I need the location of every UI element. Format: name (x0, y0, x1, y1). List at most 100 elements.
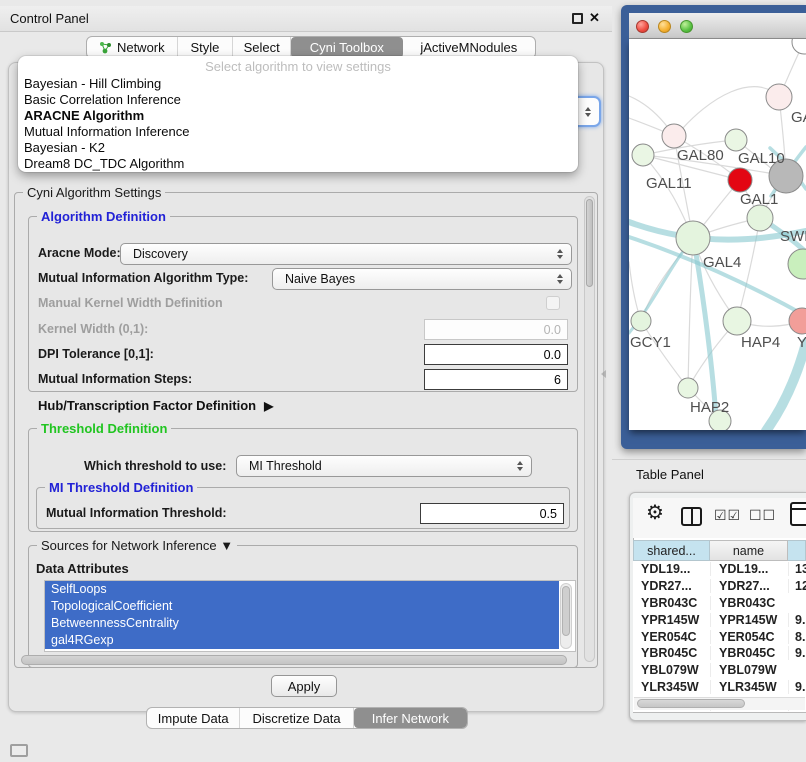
deselect-all-checkboxes-icon[interactable]: ☐☐ (749, 507, 776, 524)
network-window-titlebar[interactable] (629, 13, 806, 39)
tab-network-label: Network (117, 40, 165, 55)
dpi-tolerance-field[interactable]: 0.0 (424, 344, 568, 365)
float-window-icon[interactable] (572, 13, 583, 24)
aracne-mode-combo[interactable]: Discovery (120, 243, 572, 265)
network-edge-highlighted[interactable] (629, 237, 806, 316)
column-header-name[interactable]: name (710, 540, 788, 561)
table-cell: YBL079W (710, 663, 788, 677)
mi-steps-field[interactable]: 6 (424, 369, 568, 390)
collapsed-panel-icon[interactable] (10, 744, 28, 757)
network-node[interactable] (789, 308, 806, 334)
network-node-label: GCY1 (630, 334, 671, 351)
expand-arrow-icon: ▶ (264, 399, 273, 413)
select-all-checkboxes-icon[interactable]: ☑☑ (714, 507, 741, 524)
tab-jactivemnodules[interactable]: jActiveMNodules (403, 37, 535, 58)
table-cell: 13 (788, 562, 806, 576)
kernel-width-field[interactable]: 0.0 (424, 319, 568, 340)
tab-network[interactable]: Network (87, 37, 178, 58)
which-threshold-combo[interactable]: MI Threshold (236, 455, 532, 477)
table-row[interactable]: YDL19...YDL19...13 (633, 561, 806, 578)
popup-item-bayesian-k2[interactable]: Bayesian - K2 (18, 140, 578, 156)
network-node[interactable] (632, 144, 654, 166)
columns-icon[interactable] (681, 507, 702, 526)
network-node[interactable] (676, 221, 710, 255)
close-traffic-light[interactable] (636, 20, 649, 33)
manual-kernel-label: Manual Kernel Width Definition (38, 296, 223, 310)
column-header-shared-name[interactable]: shared... (633, 540, 710, 561)
table-row[interactable]: YLR345WYLR345W9. (633, 679, 806, 696)
mi-algorithm-type-combo[interactable]: Naive Bayes (272, 268, 572, 290)
settings-horizontal-scrollbar[interactable] (18, 654, 582, 666)
list-item[interactable]: BetweennessCentrality (45, 615, 559, 632)
popup-item-mutual-information[interactable]: Mutual Information Inference (18, 124, 578, 140)
zoom-traffic-light[interactable] (680, 20, 693, 33)
network-node[interactable] (662, 124, 686, 148)
tab-discretize-data[interactable]: Discretize Data (240, 708, 353, 728)
network-icon (99, 41, 112, 54)
threshold-definition-title: Threshold Definition (37, 421, 171, 436)
bottom-tabbar: Impute Data Discretize Data Infer Networ… (146, 707, 468, 729)
network-node[interactable] (725, 129, 747, 151)
table-row[interactable]: YPR145WYPR145W9. (633, 611, 806, 628)
table-cell: YDL19... (710, 562, 788, 576)
network-node-label: GAL80 (677, 147, 724, 164)
popup-item-bayesian-hill[interactable]: Bayesian - Hill Climbing (18, 76, 578, 92)
network-canvas[interactable]: GALGAL80GAL10GAL11GAL1SWI4GAL4GCY1HAP4YH… (629, 39, 806, 430)
mi-threshold-title: MI Threshold Definition (45, 480, 197, 495)
network-node[interactable] (728, 168, 752, 192)
table-row[interactable]: YER054CYER054C8. (633, 628, 806, 645)
data-attributes-label: Data Attributes (36, 561, 129, 576)
apply-button[interactable]: Apply (271, 675, 337, 697)
table-cell: YDL19... (633, 562, 710, 576)
network-edge[interactable] (676, 87, 779, 136)
algorithm-popup-placeholder: Select algorithm to view settings (18, 56, 578, 76)
column-header-partial[interactable] (788, 540, 806, 561)
gear-icon[interactable]: ⚙ (646, 503, 664, 523)
network-node[interactable] (788, 249, 806, 279)
table-row[interactable]: YDR27...YDR27...12 (633, 578, 806, 595)
minimize-traffic-light[interactable] (658, 20, 671, 33)
list-item[interactable]: TopologicalCoefficient (45, 598, 559, 615)
list-scrollbar[interactable] (560, 583, 572, 649)
network-node[interactable] (766, 84, 792, 110)
table-cell: YER054C (633, 630, 710, 644)
table-row[interactable]: YBL079WYBL079W (633, 662, 806, 679)
tab-infer-network[interactable]: Infer Network (354, 708, 467, 728)
list-item[interactable]: gal4RGexp (45, 632, 559, 649)
network-node-label: GAL4 (703, 254, 741, 271)
network-node[interactable] (678, 378, 698, 398)
hub-definition-toggle[interactable]: Hub/Transcription Factor Definition▶ (38, 398, 273, 413)
network-node[interactable] (631, 311, 651, 331)
network-node[interactable] (747, 205, 773, 231)
popup-item-dream8[interactable]: Dream8 DC_TDC Algorithm (18, 156, 578, 172)
tab-style[interactable]: Style (178, 37, 234, 58)
network-canvas-svg[interactable]: GALGAL80GAL10GAL11GAL1SWI4GAL4GCY1HAP4YH… (629, 39, 806, 430)
network-node[interactable] (723, 307, 751, 335)
table-horizontal-scrollbar[interactable] (634, 697, 805, 710)
table-cell: YBL079W (633, 663, 710, 677)
table-row[interactable]: YBR045CYBR045C9. (633, 645, 806, 662)
network-edge-highlighted[interactable] (766, 343, 806, 430)
splitter-arrow-icon[interactable] (601, 370, 606, 378)
tab-cyni-toolbox[interactable]: Cyni Toolbox (291, 37, 403, 58)
new-table-icon[interactable] (790, 502, 806, 526)
popup-item-aracne[interactable]: ARACNE Algorithm (18, 108, 578, 124)
tab-impute-data[interactable]: Impute Data (147, 708, 240, 728)
algorithm-definition-title: Algorithm Definition (37, 209, 170, 224)
table-row[interactable]: YBR043CYBR043C (633, 595, 806, 612)
settings-vertical-scrollbar[interactable] (584, 196, 595, 662)
network-node[interactable] (792, 39, 806, 54)
list-item[interactable]: SelfLoops (45, 581, 559, 598)
manual-kernel-checkbox[interactable] (546, 296, 560, 310)
table-cell: YLR345W (710, 680, 788, 694)
tab-select[interactable]: Select (233, 37, 291, 58)
table-cell: 12 (788, 579, 806, 593)
dpi-tolerance-label: DPI Tolerance [0,1]: (38, 347, 154, 361)
popup-item-basic-correlation[interactable]: Basic Correlation Inference (18, 92, 578, 108)
mi-threshold-field[interactable]: 0.5 (420, 503, 564, 524)
network-edge[interactable] (641, 321, 688, 388)
desktop: Control Panel ✕ Network Style Select Cyn… (0, 0, 806, 762)
data-attributes-list[interactable]: SelfLoops TopologicalCoefficient Between… (44, 580, 576, 652)
sources-title[interactable]: Sources for Network Inference ▼ (37, 538, 237, 553)
close-icon[interactable]: ✕ (589, 10, 600, 26)
